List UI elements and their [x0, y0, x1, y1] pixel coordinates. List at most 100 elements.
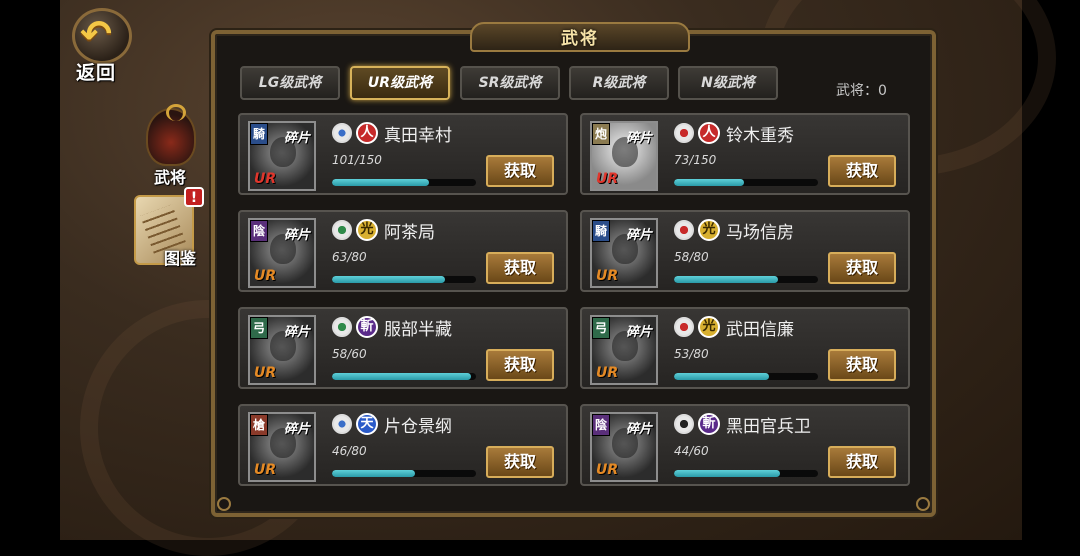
rank-label: UR — [254, 365, 277, 381]
shard-progress-bar — [332, 179, 476, 186]
warrior-portrait[interactable]: 槍碎片 UR — [248, 412, 316, 482]
rank-label: UR — [254, 171, 277, 187]
unit-class-badge: 炮 — [592, 123, 610, 145]
warrior-portrait[interactable]: 騎碎片 UR — [590, 218, 658, 288]
clan-crest-icon — [674, 317, 694, 337]
obtain-button[interactable]: 获取 — [828, 446, 896, 478]
back-button[interactable]: ↶ 返回 — [70, 8, 136, 84]
shard-progress-fill — [674, 179, 745, 186]
shard-label: 碎片 — [283, 131, 310, 146]
shard-progress-bar — [674, 179, 818, 186]
side-nav-warriors-label: 武将 — [154, 168, 187, 187]
obtain-button[interactable]: 获取 — [486, 252, 554, 284]
shard-progress-fill — [674, 470, 780, 477]
shard-progress-text: 58/80 — [674, 250, 709, 264]
warrior-name: 黑田官兵卫 — [726, 417, 811, 437]
alert-badge: ! — [184, 187, 204, 207]
panel-title: 武将 — [561, 29, 599, 49]
clan-crest-icon — [674, 414, 694, 434]
warrior-portrait[interactable]: 騎碎片 UR — [248, 121, 316, 191]
obtain-button[interactable]: 获取 — [828, 252, 896, 284]
warrior-shard-card: 槍碎片 UR 天片仓景纲 46/80 获取 — [238, 404, 568, 486]
unit-class-badge: 騎 — [250, 123, 268, 145]
clan-crest-icon — [674, 220, 694, 240]
shard-progress-bar — [332, 470, 476, 477]
shard-progress-text: 46/80 — [332, 444, 367, 458]
shard-label: 碎片 — [625, 422, 652, 437]
attribute-icon: 人 — [356, 122, 378, 144]
corner-ornament-icon — [916, 497, 930, 511]
clan-crest-icon — [332, 317, 352, 337]
attribute-icon: 天 — [356, 413, 378, 435]
obtain-button[interactable]: 获取 — [486, 349, 554, 381]
unit-class-badge: 弓 — [592, 317, 610, 339]
back-label: 返回 — [76, 62, 117, 84]
shard-progress-fill — [332, 179, 429, 186]
obtain-button[interactable]: 获取 — [486, 446, 554, 478]
shard-progress-text: 44/60 — [674, 444, 709, 458]
rank-label: UR — [254, 462, 277, 478]
attribute-icon: 人 — [698, 122, 720, 144]
unit-class-badge: 陰 — [592, 414, 610, 436]
obtain-button[interactable]: 获取 — [486, 155, 554, 187]
shard-progress-text: 63/80 — [332, 250, 367, 264]
clan-crest-icon — [674, 123, 694, 143]
corner-ornament-icon — [217, 497, 231, 511]
side-nav-collection[interactable]: ! 图鉴 — [134, 187, 204, 268]
rank-label: UR — [254, 268, 277, 284]
warrior-name: 片仓景纲 — [384, 417, 452, 437]
rank-label: UR — [596, 268, 619, 284]
shard-progress-bar — [332, 276, 476, 283]
warrior-shard-card: 陰碎片 UR 斬黑田官兵卫 44/60 获取 — [580, 404, 910, 486]
tab-rank[interactable]: LG级武将 — [240, 66, 340, 100]
unit-class-badge: 弓 — [250, 317, 268, 339]
unit-class-badge: 槍 — [250, 414, 268, 436]
side-nav-collection-label: 图鉴 — [164, 249, 197, 268]
warrior-portrait[interactable]: 陰碎片 UR — [590, 412, 658, 482]
tab-rank[interactable]: SR级武将 — [460, 66, 560, 100]
warrior-name: 真田幸村 — [384, 126, 452, 146]
attribute-icon: 光 — [698, 219, 720, 241]
warrior-shard-card: 陰碎片 UR 光阿茶局 63/80 获取 — [238, 210, 568, 292]
warrior-shard-card: 騎碎片 UR 人真田幸村 101/150 获取 — [238, 113, 568, 195]
warrior-name: 服部半藏 — [384, 320, 452, 340]
tab-rank[interactable]: UR级武将 — [350, 66, 450, 100]
shard-progress-fill — [674, 276, 779, 283]
warrior-name: 铃木重秀 — [726, 126, 794, 146]
warrior-shard-card: 騎碎片 UR 光马场信房 58/80 获取 — [580, 210, 910, 292]
shard-progress-fill — [332, 276, 446, 283]
shard-progress-fill — [332, 470, 415, 477]
warrior-shard-card: 弓碎片 UR 光武田信廉 53/80 获取 — [580, 307, 910, 389]
warrior-name: 阿茶局 — [384, 223, 435, 243]
shard-progress-bar — [674, 470, 818, 477]
samurai-helmet-icon — [146, 104, 196, 166]
attribute-icon: 光 — [356, 219, 378, 241]
clan-crest-icon — [332, 220, 352, 240]
obtain-button[interactable]: 获取 — [828, 155, 896, 187]
warrior-name: 武田信廉 — [726, 320, 794, 340]
tab-rank[interactable]: N级武将 — [678, 66, 778, 100]
warrior-portrait[interactable]: 炮碎片 UR — [590, 121, 658, 191]
warrior-portrait[interactable]: 弓碎片 UR — [590, 315, 658, 385]
shard-label: 碎片 — [625, 325, 652, 340]
shard-progress-fill — [674, 373, 770, 380]
unit-class-badge: 騎 — [592, 220, 610, 242]
shard-progress-bar — [332, 373, 476, 380]
warrior-shard-card: 炮碎片 UR 人铃木重秀 73/150 获取 — [580, 113, 910, 195]
warrior-count: 武将：0 — [836, 83, 887, 99]
warrior-portrait[interactable]: 弓碎片 UR — [248, 315, 316, 385]
shard-label: 碎片 — [283, 325, 310, 340]
shard-label: 碎片 — [283, 422, 310, 437]
shard-progress-text: 53/80 — [674, 347, 709, 361]
warrior-portrait[interactable]: 陰碎片 UR — [248, 218, 316, 288]
tab-rank[interactable]: R级武将 — [569, 66, 669, 100]
rank-label: UR — [596, 171, 619, 187]
shard-progress-bar — [674, 276, 818, 283]
warrior-shard-card: 弓碎片 UR 斬服部半藏 58/60 获取 — [238, 307, 568, 389]
clan-crest-icon — [332, 414, 352, 434]
obtain-button[interactable]: 获取 — [828, 349, 896, 381]
shard-label: 碎片 — [625, 228, 652, 243]
side-nav-warriors[interactable]: 武将 — [138, 104, 204, 187]
unit-class-badge: 陰 — [250, 220, 268, 242]
shard-progress-fill — [332, 373, 472, 380]
